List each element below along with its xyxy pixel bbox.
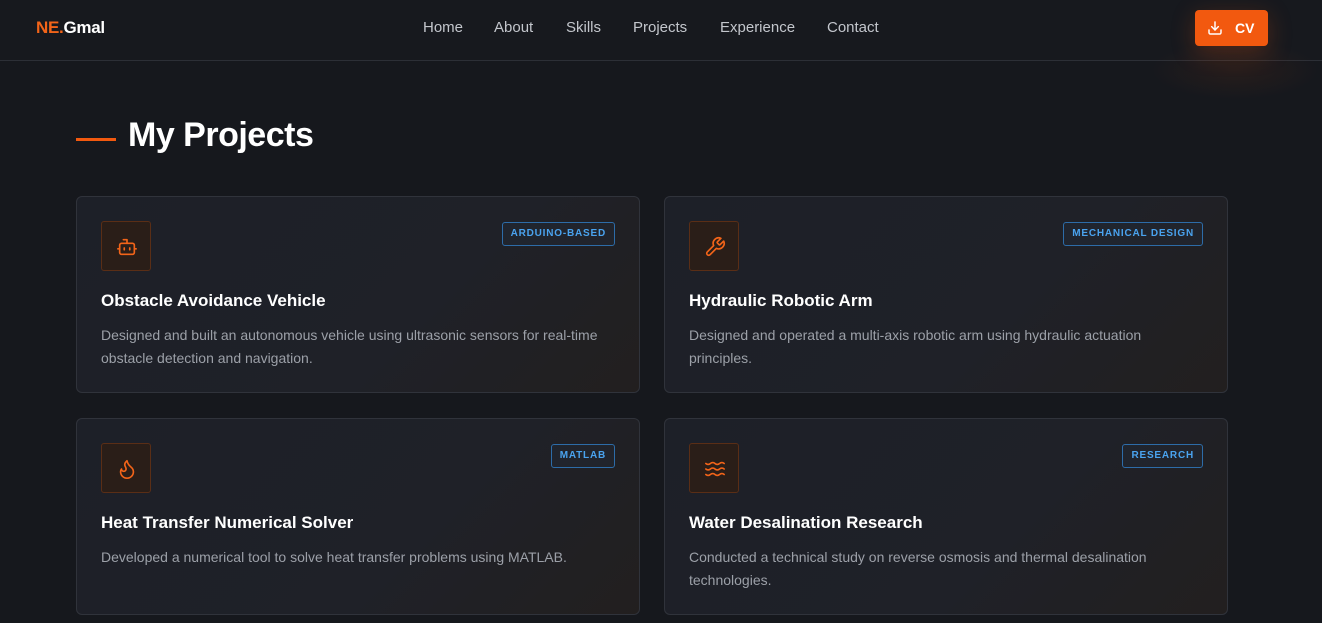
wrench-icon (705, 237, 725, 257)
robot-icon (117, 238, 137, 256)
project-tag: ARDUINO-BASED (501, 222, 615, 246)
project-description: Conducted a technical study on reverse o… (689, 549, 1147, 588)
nav-link-experience[interactable]: Experience (720, 19, 795, 36)
project-card-obstacle-vehicle[interactable]: ARDUINO-BASED Obstacle Avoidance Vehicle… (76, 196, 640, 393)
navbar: NE.Gmal Home About Skills Projects Exper… (0, 0, 1322, 61)
project-title: Water Desalination Research (689, 513, 923, 532)
project-icon-box (689, 443, 739, 493)
logo-text: Gmal (63, 18, 105, 37)
project-card-robotic-arm[interactable]: MECHANICAL DESIGN Hydraulic Robotic Arm … (664, 196, 1228, 393)
project-icon-box (101, 443, 151, 493)
project-title: Hydraulic Robotic Arm (689, 291, 873, 310)
project-icon-box (689, 221, 739, 271)
logo-accent: NE. (36, 18, 64, 37)
project-description: Designed and operated a multi-axis robot… (689, 327, 1142, 366)
nav-link-home[interactable]: Home (423, 19, 463, 36)
cv-button-label: CV (1235, 20, 1255, 36)
project-description: Designed and built an autonomous vehicle… (101, 327, 598, 366)
nav-link-projects[interactable]: Projects (633, 19, 687, 36)
nav-link-contact[interactable]: Contact (827, 19, 879, 36)
flame-icon (119, 459, 135, 479)
nav-link-skills[interactable]: Skills (566, 19, 601, 36)
section-title: My Projects (128, 116, 314, 154)
project-tag: MATLAB (550, 444, 615, 468)
site-logo[interactable]: NE.Gmal (36, 18, 105, 38)
project-title: Obstacle Avoidance Vehicle (101, 291, 326, 310)
project-tag: RESEARCH (1122, 444, 1203, 468)
project-card-heat-transfer[interactable]: MATLAB Heat Transfer Numerical Solver De… (76, 418, 640, 615)
project-title: Heat Transfer Numerical Solver (101, 513, 354, 532)
project-description: Developed a numerical tool to solve heat… (101, 549, 567, 565)
download-cv-button[interactable]: CV (1195, 10, 1268, 46)
project-tag: MECHANICAL DESIGN (1063, 222, 1203, 246)
download-icon (1208, 21, 1222, 35)
project-card-desalination[interactable]: RESEARCH Water Desalination Research Con… (664, 418, 1228, 615)
project-icon-box (101, 221, 151, 271)
waves-icon (705, 461, 725, 477)
title-accent-line (76, 138, 116, 141)
nav-link-about[interactable]: About (494, 19, 533, 36)
